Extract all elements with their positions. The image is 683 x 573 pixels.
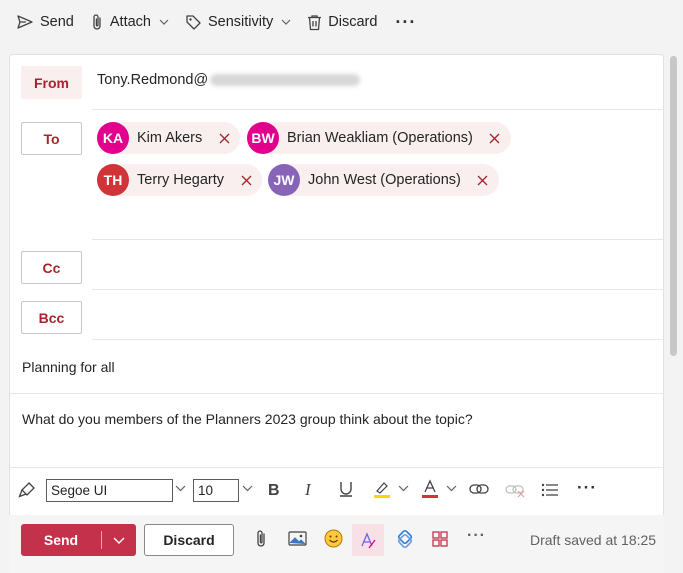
sensitivity-toolbar-label: Sensitivity (207, 14, 274, 30)
divider (10, 467, 664, 468)
chevron-down-icon[interactable] (242, 485, 253, 492)
more-options-button[interactable]: ··· (385, 6, 426, 38)
recipient-chip[interactable]: TH Terry Hegarty (97, 164, 263, 196)
font-color-icon[interactable] (421, 479, 439, 498)
format-toolbar: Segoe UI 10 B I ··· (9, 474, 664, 506)
paperclip-icon[interactable] (254, 529, 268, 549)
loop-component-icon[interactable] (395, 529, 415, 549)
editor-icon[interactable] (352, 524, 384, 556)
send-button-label: Send (43, 532, 79, 548)
font-name-input[interactable]: Segoe UI (46, 479, 173, 502)
action-more-button[interactable]: ··· (467, 527, 486, 545)
remove-link-icon (505, 482, 525, 498)
bold-icon[interactable]: B (267, 481, 281, 497)
recipient-name: Terry Hegarty (137, 172, 225, 188)
recipient-name: Brian Weakliam (Operations) (287, 130, 473, 146)
cc-button[interactable]: Cc (21, 251, 82, 284)
divider (92, 339, 664, 340)
italic-icon[interactable]: I (303, 481, 317, 497)
chevron-down-icon[interactable] (175, 485, 186, 492)
attach-toolbar-button[interactable]: Attach (82, 6, 177, 38)
attach-toolbar-label: Attach (109, 14, 151, 30)
draft-status: Draft saved at 18:25 (530, 532, 657, 548)
send-icon (16, 14, 34, 30)
discard-toolbar-button[interactable]: Discard (299, 6, 385, 38)
from-address[interactable]: Tony.Redmond@ redacted (97, 72, 361, 88)
svg-text:I: I (304, 481, 312, 497)
send-toolbar-label: Send (40, 14, 74, 30)
svg-text:B: B (268, 482, 280, 497)
avatar: BW (247, 122, 279, 154)
divider (10, 393, 664, 394)
send-button[interactable]: Send (21, 524, 136, 556)
to-button[interactable]: To (21, 122, 82, 155)
sensitivity-toolbar-button[interactable]: Sensitivity (177, 6, 299, 38)
recipient-chip[interactable]: BW Brian Weakliam (Operations) (247, 122, 511, 154)
avatar: JW (268, 164, 300, 196)
discard-button[interactable]: Discard (144, 524, 234, 556)
chevron-down-icon[interactable] (159, 19, 169, 25)
bcc-button[interactable]: Bcc (21, 301, 82, 334)
link-icon[interactable] (469, 482, 489, 496)
from-button[interactable]: From (21, 66, 82, 99)
remove-recipient-icon[interactable] (216, 130, 232, 146)
sensitivity-label-icon (185, 14, 202, 31)
subject-field[interactable]: Planning for all (22, 359, 115, 375)
from-address-text: Tony.Redmond@ (97, 72, 209, 88)
avatar: TH (97, 164, 129, 196)
avatar: KA (97, 122, 129, 154)
action-bar: Send Discard ··· Draft saved at 18:25 (9, 515, 664, 573)
format-more-button[interactable]: ··· (577, 478, 597, 498)
bullet-list-icon[interactable] (541, 483, 559, 497)
divider (92, 289, 664, 290)
highlight-icon[interactable] (373, 480, 391, 498)
recipient-name: John West (Operations) (308, 172, 461, 188)
recipient-name: Kim Akers (137, 130, 203, 146)
font-size-input[interactable]: 10 (193, 479, 239, 502)
chevron-down-icon[interactable] (281, 19, 291, 25)
divider (92, 239, 664, 240)
chevron-down-icon[interactable] (398, 485, 409, 492)
message-body[interactable]: What do you members of the Planners 2023… (22, 411, 473, 427)
divider (92, 109, 664, 110)
discard-toolbar-label: Discard (328, 14, 378, 30)
remove-recipient-icon[interactable] (487, 130, 503, 146)
scrollbar[interactable] (670, 56, 677, 356)
emoji-icon[interactable] (324, 529, 343, 548)
insert-picture-icon[interactable] (288, 531, 307, 546)
trash-icon (307, 14, 322, 31)
chevron-down-icon[interactable] (102, 537, 136, 544)
chevron-down-icon[interactable] (446, 485, 457, 492)
paperclip-icon (90, 13, 104, 31)
redacted-domain: redacted (210, 74, 361, 86)
recipient-chip[interactable]: KA Kim Akers (97, 122, 241, 154)
top-toolbar: Send Attach Sensitivity Discard ··· (0, 0, 683, 44)
format-painter-icon[interactable] (18, 481, 36, 499)
apps-icon[interactable] (432, 531, 448, 547)
remove-recipient-icon[interactable] (475, 172, 491, 188)
remove-recipient-icon[interactable] (238, 172, 254, 188)
underline-icon[interactable] (338, 480, 354, 498)
send-toolbar-button[interactable]: Send (8, 6, 82, 38)
recipient-chip[interactable]: JW John West (Operations) (268, 164, 499, 196)
